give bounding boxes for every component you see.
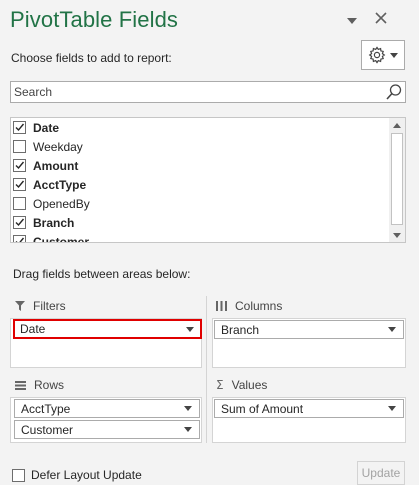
field-list: Date Weekday Amount AcctType OpenedBy Br… bbox=[10, 117, 406, 243]
field-item-date[interactable]: Date bbox=[11, 118, 389, 137]
chevron-down-icon[interactable] bbox=[388, 406, 396, 411]
chevron-down-icon[interactable] bbox=[346, 17, 358, 25]
filters-header: Filters bbox=[15, 299, 66, 313]
chevron-down-icon[interactable] bbox=[184, 427, 192, 432]
scroll-down-arrow-icon[interactable] bbox=[389, 228, 405, 242]
update-button[interactable]: Update bbox=[357, 461, 405, 485]
chevron-down-icon bbox=[390, 52, 398, 58]
field-label: OpenedBy bbox=[33, 196, 90, 211]
defer-layout-label: Defer Layout Update bbox=[31, 468, 142, 482]
filter-chip-date[interactable]: Date bbox=[13, 319, 202, 339]
filters-label: Filters bbox=[33, 299, 66, 313]
defer-layout-update[interactable]: Defer Layout Update bbox=[12, 468, 142, 482]
checkbox[interactable] bbox=[13, 121, 26, 134]
chip-label: Customer bbox=[21, 422, 74, 437]
rows-icon bbox=[15, 380, 26, 390]
columns-label: Columns bbox=[235, 299, 283, 313]
gear-icon bbox=[368, 46, 386, 64]
rows-label: Rows bbox=[34, 378, 65, 392]
checkbox[interactable] bbox=[13, 140, 26, 153]
row-chip-accttype[interactable]: AcctType bbox=[14, 399, 200, 418]
field-item-accttype[interactable]: AcctType bbox=[11, 175, 389, 194]
chevron-down-icon[interactable] bbox=[184, 406, 192, 411]
column-chip-branch[interactable]: Branch bbox=[214, 320, 404, 339]
checkbox[interactable] bbox=[13, 235, 26, 242]
checkbox[interactable] bbox=[13, 216, 26, 229]
field-label: Date bbox=[33, 120, 60, 135]
row-chip-customer[interactable]: Customer bbox=[14, 420, 200, 439]
field-list-scrollbar[interactable] bbox=[389, 118, 405, 242]
areas-divider bbox=[206, 296, 207, 443]
value-chip-sum-of-amount[interactable]: Sum of Amount bbox=[214, 399, 404, 418]
field-item-weekday[interactable]: Weekday bbox=[11, 137, 389, 156]
drag-fields-label: Drag fields between areas below: bbox=[13, 267, 191, 281]
field-label: AcctType bbox=[33, 177, 87, 192]
chip-label: Date bbox=[20, 322, 46, 336]
rows-header: Rows bbox=[15, 378, 64, 392]
choose-fields-label: Choose fields to add to report: bbox=[11, 51, 172, 65]
field-item-customer[interactable]: Customer bbox=[11, 232, 389, 243]
values-header: Σ Values bbox=[216, 378, 267, 392]
pane-title: PivotTable Fields bbox=[10, 7, 178, 32]
search-input[interactable] bbox=[11, 82, 371, 102]
sigma-icon: Σ bbox=[216, 378, 224, 392]
field-label: Customer bbox=[33, 234, 90, 243]
scroll-up-arrow-icon[interactable] bbox=[389, 118, 405, 132]
checkbox[interactable] bbox=[13, 159, 26, 172]
columns-header: Columns bbox=[216, 299, 282, 313]
chevron-down-icon[interactable] bbox=[388, 327, 396, 332]
scroll-thumb[interactable] bbox=[391, 133, 403, 225]
field-label: Weekday bbox=[33, 139, 83, 154]
field-label: Amount bbox=[33, 158, 79, 173]
defer-layout-checkbox[interactable] bbox=[12, 468, 25, 482]
filter-icon bbox=[15, 301, 25, 311]
values-label: Values bbox=[231, 378, 268, 392]
search-box[interactable] bbox=[10, 81, 406, 103]
chevron-down-icon[interactable] bbox=[186, 326, 194, 332]
chip-label: AcctType bbox=[21, 401, 71, 416]
checkbox[interactable] bbox=[13, 178, 26, 191]
field-item-amount[interactable]: Amount bbox=[11, 156, 389, 175]
chip-label: Branch bbox=[221, 322, 260, 337]
search-icon[interactable] bbox=[385, 83, 403, 101]
field-item-branch[interactable]: Branch bbox=[11, 213, 389, 232]
columns-icon bbox=[216, 301, 227, 311]
tools-button[interactable] bbox=[361, 40, 405, 70]
checkbox[interactable] bbox=[13, 197, 26, 210]
field-item-openedby[interactable]: OpenedBy bbox=[11, 194, 389, 213]
close-icon[interactable] bbox=[374, 11, 388, 25]
chip-label: Sum of Amount bbox=[221, 401, 304, 416]
field-label: Branch bbox=[33, 215, 75, 230]
